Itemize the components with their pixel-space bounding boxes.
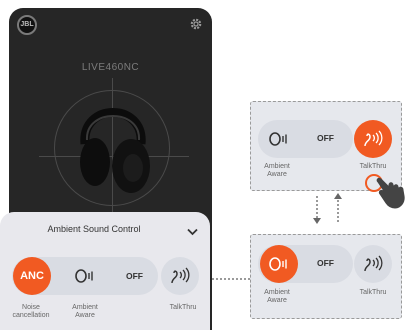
chevron-down-icon[interactable]	[187, 223, 198, 241]
arrow-down-icon	[313, 218, 321, 224]
talkthru-button-active[interactable]	[354, 120, 392, 158]
headphones-icon	[71, 82, 155, 205]
anc-label: ANC	[20, 270, 44, 282]
talkthru-icon	[364, 130, 383, 147]
arrow-up-icon	[334, 193, 342, 199]
arrow-up-line	[337, 200, 339, 222]
sheet-title: Ambient Sound Control	[47, 224, 141, 234]
arrow-down-line	[316, 196, 318, 218]
ambient-aware-label: Ambient Aware	[264, 289, 290, 304]
ambient-aware-label: Ambient Aware	[72, 304, 98, 319]
gear-icon[interactable]	[189, 17, 203, 33]
talkthru-label: TalkThru	[359, 289, 387, 296]
talkthru-icon	[171, 267, 190, 284]
talkthru-button[interactable]	[161, 257, 199, 295]
ambient-sound-sheet: Ambient Sound Control ANC OFF Noise canc…	[0, 212, 210, 330]
jbl-logo[interactable]: JBL	[17, 15, 37, 35]
ambient-aware-icon	[269, 132, 287, 146]
ambient-aware-button-active[interactable]	[260, 245, 298, 283]
off-option[interactable]: OFF	[317, 258, 334, 268]
ambient-aware-label: Ambient Aware	[264, 163, 290, 178]
ambient-aware-icon	[75, 269, 93, 283]
off-option[interactable]: OFF	[317, 133, 334, 143]
ambient-aware-state-panel: OFF Ambient Aware TalkThru	[250, 234, 402, 319]
model-name: LIVE460NC	[81, 62, 140, 73]
ambient-aware-button[interactable]	[260, 120, 298, 158]
noise-cancellation-label: Noise cancellation	[12, 304, 50, 319]
ambient-aware-icon	[269, 257, 287, 271]
connector-line	[212, 278, 250, 280]
pointing-hand-icon	[376, 176, 408, 215]
off-option[interactable]: OFF	[126, 271, 143, 281]
talkthru-label: TalkThru	[169, 304, 197, 311]
talkthru-label: TalkThru	[359, 163, 387, 170]
ambient-aware-button[interactable]	[66, 257, 104, 295]
talkthru-icon	[364, 255, 383, 272]
talkthru-button[interactable]	[354, 245, 392, 283]
anc-button[interactable]: ANC	[13, 257, 51, 295]
